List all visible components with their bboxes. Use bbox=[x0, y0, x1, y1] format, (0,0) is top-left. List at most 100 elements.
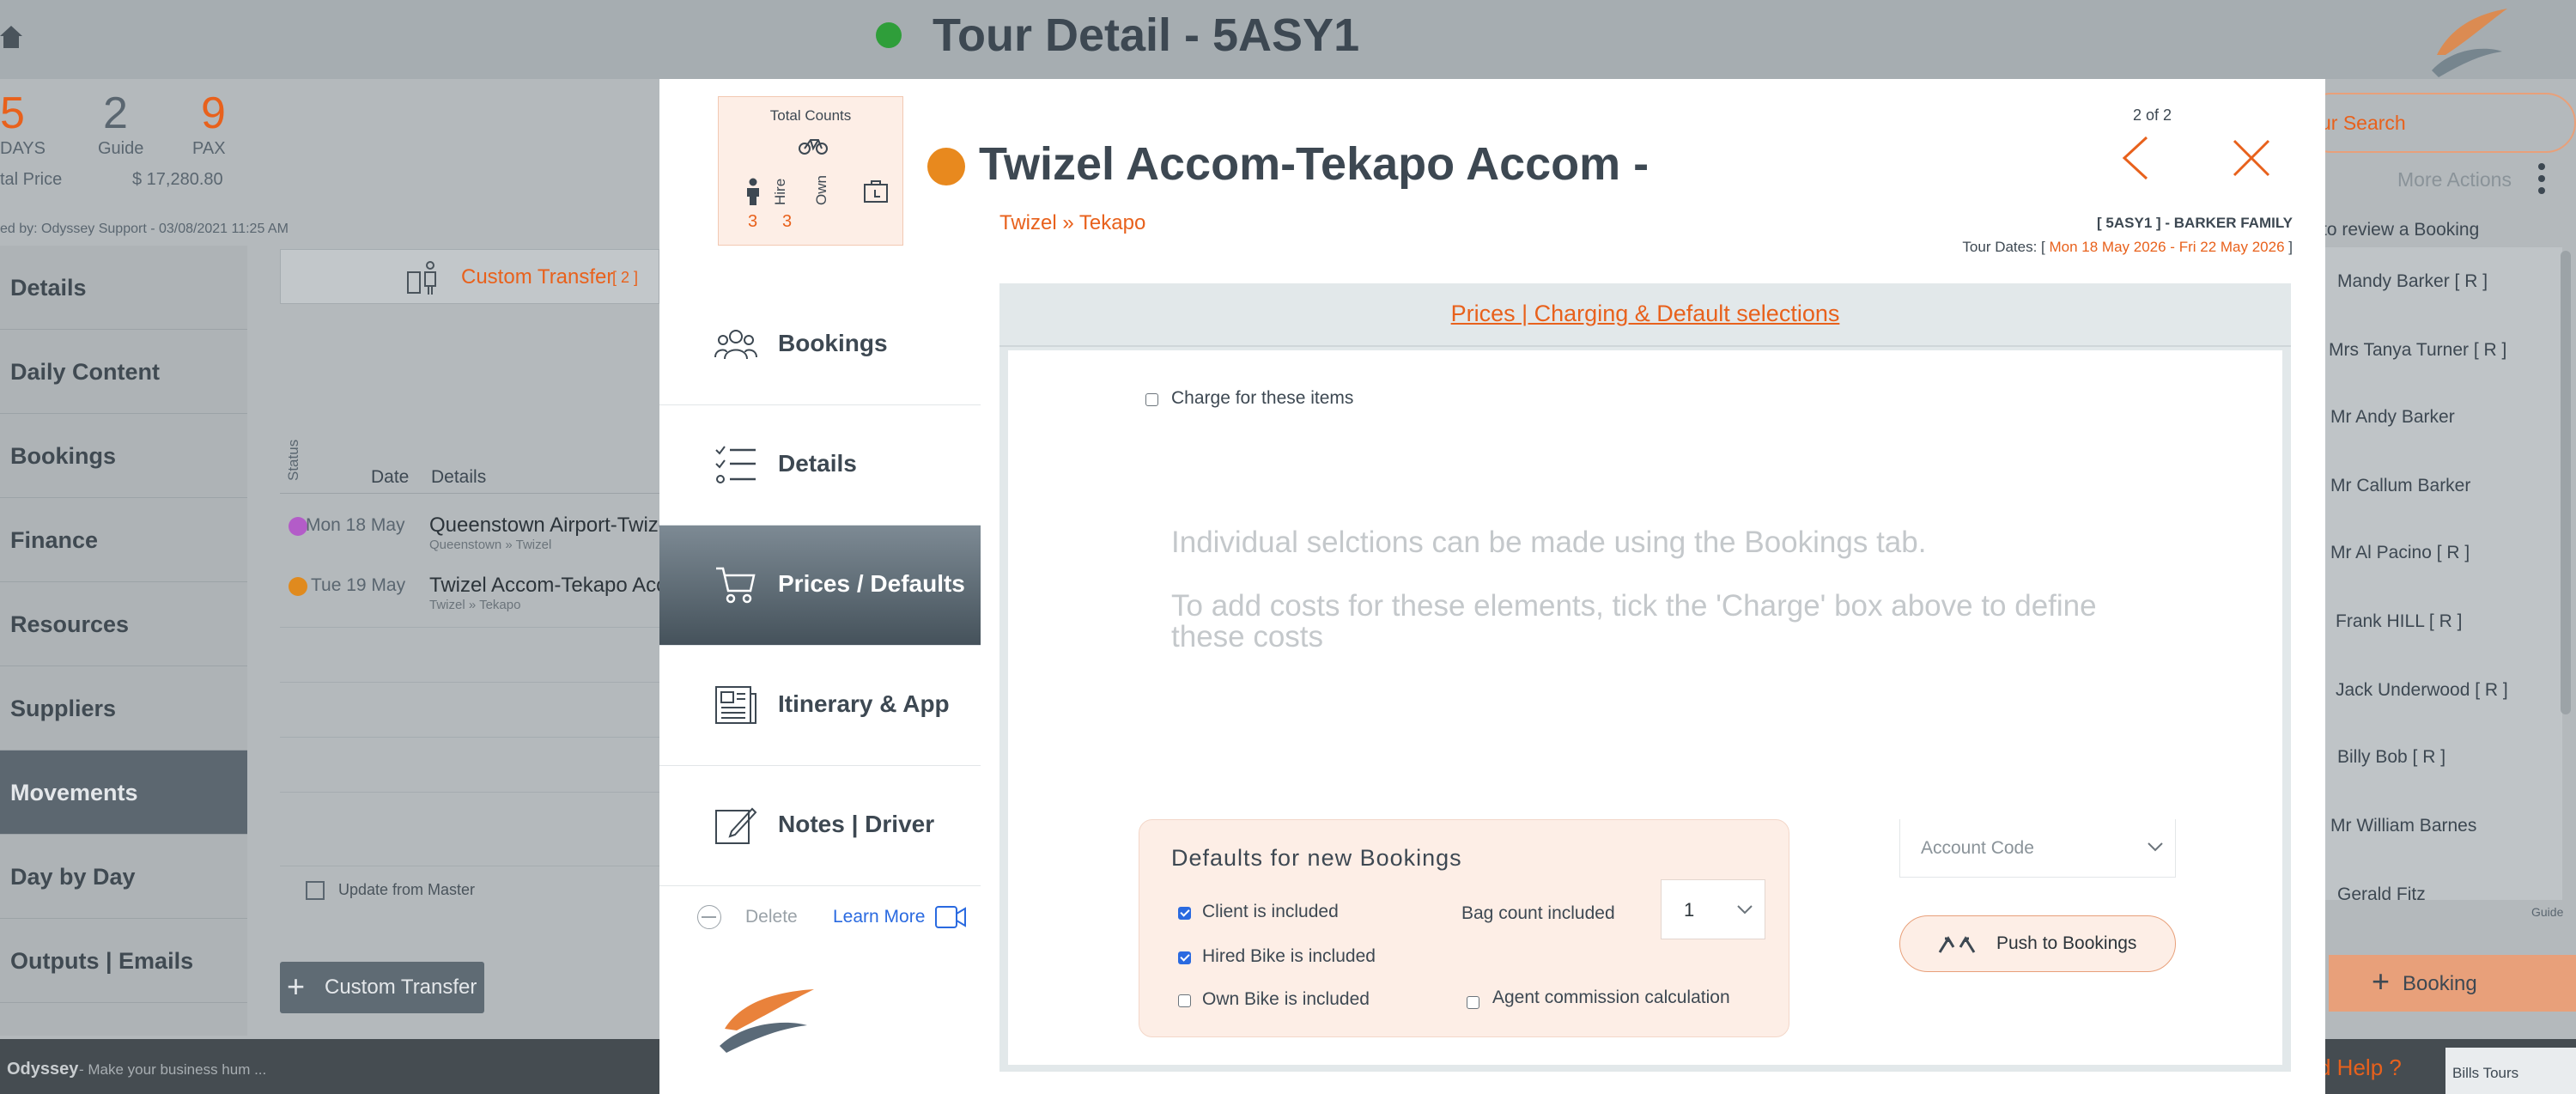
kebab-menu-icon[interactable] bbox=[2538, 163, 2545, 194]
transfer-icon bbox=[407, 261, 436, 295]
total-counts-panel: Total Counts Hire Own 3 3 bbox=[718, 96, 903, 246]
plus-icon: + bbox=[2372, 963, 2391, 999]
custom-transfer-count: [ 2 ] bbox=[612, 269, 639, 286]
newspaper-icon bbox=[715, 686, 756, 724]
page-title: Tour Detail - 5ASY1 bbox=[933, 9, 1360, 61]
list-item[interactable]: Mr Callum Barker bbox=[2330, 476, 2470, 496]
tour-dates: Tour Dates: [ Mon 18 May 2026 - Fri 22 M… bbox=[1962, 239, 2293, 256]
tab-label: Notes | Driver bbox=[778, 811, 935, 837]
sidebar-item-movements[interactable]: Movements bbox=[0, 751, 247, 835]
list-item[interactable]: Mrs Tanya Turner [ R ] bbox=[2329, 340, 2506, 361]
partner-logo-text: Bills Tours bbox=[2452, 1065, 2519, 1081]
counts-title: Total Counts bbox=[769, 107, 852, 124]
push-arrows-icon bbox=[1938, 936, 1976, 953]
movement-title: Twizel Accom-Tekapo Accom - bbox=[979, 138, 1649, 190]
list-item[interactable]: Gerald Fitz bbox=[2337, 884, 2426, 905]
list-item[interactable]: Mr Al Pacino [ R ] bbox=[2330, 543, 2470, 563]
update-from-master-link[interactable]: Update from Master bbox=[338, 881, 475, 899]
add-booking-button[interactable]: + Booking bbox=[2329, 955, 2576, 1012]
push-to-bookings-button[interactable]: Push to Bookings bbox=[1899, 915, 2176, 972]
checklist-icon bbox=[715, 446, 756, 483]
charge-label: Charge for these items bbox=[1171, 388, 1354, 408]
add-custom-transfer-button[interactable]: + Custom Transfer bbox=[280, 962, 484, 1013]
divider bbox=[280, 682, 659, 683]
agent-commission-checkbox[interactable] bbox=[1467, 996, 1479, 1009]
table-row[interactable]: Mon 18 May Queenstown Airport-Twize Quee… bbox=[280, 503, 670, 558]
sidebar-item-outputs-emails[interactable]: Outputs | Emails bbox=[0, 919, 247, 1003]
table-row[interactable]: Tue 19 May Twizel Accom-Tekapo Acc Twize… bbox=[280, 563, 666, 618]
column-header-status: Status bbox=[285, 439, 301, 481]
hired-bike-checkbox[interactable] bbox=[1178, 951, 1191, 964]
sidebar-item-details[interactable]: Details bbox=[0, 246, 247, 330]
sidebar-item-daily-content[interactable]: Daily Content bbox=[0, 330, 247, 414]
tab-notes-driver[interactable]: Notes | Driver bbox=[659, 766, 981, 886]
edit-note-icon bbox=[715, 807, 757, 844]
hire-label: Hire bbox=[772, 178, 788, 205]
total-price-label: tal Price bbox=[0, 170, 63, 189]
days-label: DAYS bbox=[0, 139, 46, 158]
list-item[interactable]: Mr Andy Barker bbox=[2330, 407, 2455, 428]
movement-route: Twizel » Tekapo bbox=[999, 211, 1146, 234]
list-item[interactable]: Jack Underwood [ R ] bbox=[2336, 680, 2508, 701]
row-route: Queenstown » Twizel bbox=[429, 538, 552, 552]
client-included-checkbox[interactable] bbox=[1178, 907, 1191, 920]
days-count: 5 bbox=[0, 88, 25, 138]
sidebar-item-suppliers[interactable]: Suppliers bbox=[0, 666, 247, 751]
sidebar-item-day-by-day[interactable]: Day by Day bbox=[0, 835, 247, 919]
tour-dates-value: Mon 18 May 2026 - Fri 22 May 2026 bbox=[2044, 239, 2289, 255]
list-item[interactable]: Mandy Barker [ R ] bbox=[2337, 271, 2488, 292]
list-item[interactable]: Frank HILL [ R ] bbox=[2336, 611, 2462, 632]
review-hint: to review a Booking bbox=[2322, 220, 2480, 240]
more-actions-link[interactable]: More Actions bbox=[2397, 168, 2512, 191]
section-title[interactable]: Prices | Charging & Default selections bbox=[999, 301, 2291, 327]
scrollbar[interactable] bbox=[2561, 251, 2571, 714]
tab-label: Itinerary & App bbox=[778, 690, 950, 717]
chevron-down-icon bbox=[2148, 842, 2163, 852]
agent-commission-label: Agent commission calculation bbox=[1492, 988, 1730, 1007]
own-bike-checkbox[interactable] bbox=[1178, 994, 1191, 1007]
search-placeholder: ur Search bbox=[2320, 112, 2406, 134]
custom-transfer-header[interactable]: Custom Transfer [ 2 ] bbox=[280, 249, 659, 304]
row-route: Twizel » Tekapo bbox=[429, 598, 521, 612]
row-status-dot bbox=[289, 517, 307, 536]
delete-link[interactable]: Delete bbox=[745, 907, 798, 927]
tab-label: Details bbox=[778, 450, 857, 477]
brand-logo bbox=[720, 989, 814, 1053]
account-code-select[interactable]: Account Code bbox=[1899, 819, 2176, 878]
home-icon[interactable] bbox=[0, 24, 22, 50]
tab-details[interactable]: Details bbox=[659, 405, 981, 526]
sidebar: Details Daily Content Bookings Finance R… bbox=[0, 246, 247, 1036]
sidebar-item-resources[interactable]: Resources bbox=[0, 582, 247, 666]
divider bbox=[999, 345, 2291, 347]
people-icon bbox=[714, 330, 757, 360]
learn-more-link[interactable]: Learn More bbox=[833, 907, 925, 927]
search-input[interactable]: ur Search bbox=[2301, 93, 2576, 153]
video-icon[interactable] bbox=[934, 905, 967, 929]
add-custom-transfer-label: Custom Transfer bbox=[325, 975, 477, 999]
sidebar-item-bookings[interactable]: Bookings bbox=[0, 414, 247, 498]
chevron-left-icon[interactable] bbox=[2121, 136, 2150, 180]
total-price-value: $ 17,280.80 bbox=[132, 170, 223, 189]
pager-text: 2 of 2 bbox=[2133, 106, 2172, 124]
charge-checkbox[interactable] bbox=[1145, 393, 1158, 406]
bag-count-value: 1 bbox=[1684, 899, 1695, 921]
guide-label: Guide bbox=[98, 139, 144, 158]
guide-tag: Guide bbox=[2531, 905, 2564, 919]
tab-label: Prices / Defaults bbox=[778, 570, 965, 597]
close-icon[interactable] bbox=[2233, 139, 2270, 177]
help-link[interactable]: d Help ? bbox=[2318, 1054, 2402, 1081]
tab-label: Bookings bbox=[778, 330, 888, 356]
tab-itinerary-app[interactable]: Itinerary & App bbox=[659, 646, 981, 766]
list-item[interactable]: Billy Bob [ R ] bbox=[2337, 747, 2445, 768]
sidebar-item-finance[interactable]: Finance bbox=[0, 498, 247, 582]
bag-count-select[interactable]: 1 bbox=[1661, 879, 1765, 939]
own-bike-label: Own Bike is included bbox=[1202, 989, 1370, 1009]
list-item[interactable]: Mr William Barnes bbox=[2330, 816, 2476, 836]
created-by-text: ed by: Odyssey Support - 03/08/2021 11:2… bbox=[0, 222, 289, 236]
tab-bookings[interactable]: Bookings bbox=[659, 285, 981, 405]
tab-prices-defaults[interactable]: Prices / Defaults bbox=[659, 526, 981, 646]
delete-icon[interactable] bbox=[697, 905, 721, 929]
row-status-dot bbox=[289, 577, 307, 596]
update-icon bbox=[306, 881, 325, 900]
divider bbox=[280, 627, 659, 628]
